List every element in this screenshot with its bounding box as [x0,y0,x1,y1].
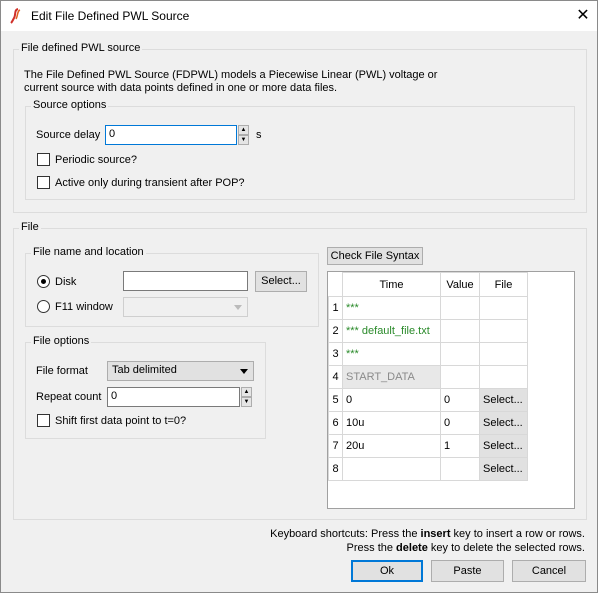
title-bar: Edit File Defined PWL Source ✕ [1,1,597,31]
row-number: 8 [328,457,343,481]
periodic-label: Periodic source? [55,154,137,166]
close-icon[interactable]: ✕ [569,4,597,28]
file-format-value: Tab delimited [112,364,177,376]
row-number: 1 [328,296,343,320]
file-location-legend: File name and location [31,246,146,258]
shortcut-key-delete: delete [396,542,428,554]
file-cell[interactable] [479,365,528,389]
disk-filename-input[interactable] [123,271,248,291]
time-cell[interactable]: *** default_file.txt [342,319,441,343]
dialog-window: Edit File Defined PWL Source ✕ File defi… [0,0,598,593]
shortcut-key-insert: insert [420,528,451,540]
paste-button[interactable]: Paste [431,560,504,582]
file-cell[interactable] [479,319,528,343]
value-cell[interactable] [440,319,480,343]
source-options-legend: Source options [31,99,109,111]
row-number: 6 [328,411,343,435]
row-number: 7 [328,434,343,458]
pwl-description-line1: The File Defined PWL Source (FDPWL) mode… [24,69,438,81]
grid-header-file[interactable]: File [479,272,528,297]
value-cell[interactable] [440,365,480,389]
shift-first-checkbox[interactable] [37,414,50,427]
check-file-syntax-button[interactable]: Check File Syntax [327,247,423,265]
grid-header-row: Time Value File [328,272,528,297]
shortcut-hint-text: Press the [346,542,397,554]
file-cell[interactable] [479,342,528,366]
row-number: 5 [328,388,343,412]
active-pop-label: Active only during transient after POP? [55,177,245,189]
pwl-description-line2: current source with data points defined … [24,82,338,94]
source-delay-unit: s [256,129,262,141]
table-row: 3 *** [328,342,528,366]
source-delay-spinner[interactable]: ▲ ▼ [238,125,249,145]
f11-window-radio[interactable] [37,300,50,313]
spin-down-icon[interactable]: ▼ [241,397,252,407]
file-select-button[interactable]: Select... [479,434,528,458]
source-delay-input[interactable]: 0 [105,125,237,145]
table-row: 2 *** default_file.txt [328,319,528,343]
shortcut-hint-line1: Keyboard shortcuts: Press the insert key… [270,528,585,540]
file-format-label: File format [36,365,88,377]
value-cell[interactable]: 0 [440,388,480,412]
shortcut-hint-text: key to insert a row or rows. [450,528,585,540]
table-row: 7 20u 1 Select... [328,434,528,458]
value-cell[interactable] [440,296,480,320]
time-cell[interactable]: START_DATA [342,365,441,389]
row-number: 4 [328,365,343,389]
chevron-down-icon [234,305,242,310]
table-row: 4 START_DATA [328,365,528,389]
active-pop-checkbox[interactable] [37,176,50,189]
value-cell[interactable] [440,457,480,481]
shortcut-hint-text: Keyboard shortcuts: Press the [270,528,421,540]
disk-radio[interactable] [37,275,50,288]
window-title: Edit File Defined PWL Source [31,9,190,23]
grid-corner [328,272,343,297]
file-legend: File [19,221,41,233]
file-cell[interactable] [479,296,528,320]
repeat-count-input[interactable]: 0 [107,387,240,407]
file-select-button[interactable]: Select... [479,457,528,481]
time-cell[interactable]: 0 [342,388,441,412]
value-cell[interactable] [440,342,480,366]
table-row: 6 10u 0 Select... [328,411,528,435]
spin-down-icon[interactable]: ▼ [238,135,249,145]
source-delay-label: Source delay [36,129,101,141]
time-cell[interactable]: 20u [342,434,441,458]
repeat-count-label: Repeat count [36,391,102,403]
value-cell[interactable]: 1 [440,434,480,458]
value-cell[interactable]: 0 [440,411,480,435]
disk-label: Disk [55,276,77,288]
shortcut-hint-text: key to delete the selected rows. [427,542,585,554]
ok-button[interactable]: Ok [351,560,423,582]
time-cell[interactable]: *** [342,296,441,320]
chevron-down-icon [240,369,248,374]
spin-up-icon[interactable]: ▲ [241,387,252,397]
ltspice-app-icon [10,8,21,24]
table-row: 1 *** [328,296,528,320]
pwl-source-legend: File defined PWL source [19,42,143,54]
file-format-select[interactable]: Tab delimited [107,361,254,381]
file-select-button[interactable]: Select... [479,411,528,435]
time-cell[interactable] [342,457,441,481]
file-select-button[interactable]: Select... [479,388,528,412]
f11-window-select[interactable] [123,297,248,317]
shortcut-hint-line2: Press the delete key to delete the selec… [347,542,585,554]
repeat-count-spinner[interactable]: ▲ ▼ [241,387,252,407]
table-row: 5 0 0 Select... [328,388,528,412]
grid-header-value[interactable]: Value [440,272,480,297]
grid-header-time[interactable]: Time [342,272,441,297]
f11-window-label: F11 window [55,301,113,313]
spin-up-icon[interactable]: ▲ [238,125,249,135]
file-options-legend: File options [31,335,92,347]
cancel-button[interactable]: Cancel [512,560,586,582]
table-row: 8 Select... [328,457,528,481]
row-number: 3 [328,342,343,366]
time-cell[interactable]: *** [342,342,441,366]
shift-first-label: Shift first data point to t=0? [55,415,187,427]
disk-select-button[interactable]: Select... [255,271,307,292]
periodic-checkbox[interactable] [37,153,50,166]
time-cell[interactable]: 10u [342,411,441,435]
row-number: 2 [328,319,343,343]
pwl-data-grid: Time Value File 1 *** 2 *** default_file… [328,272,528,481]
